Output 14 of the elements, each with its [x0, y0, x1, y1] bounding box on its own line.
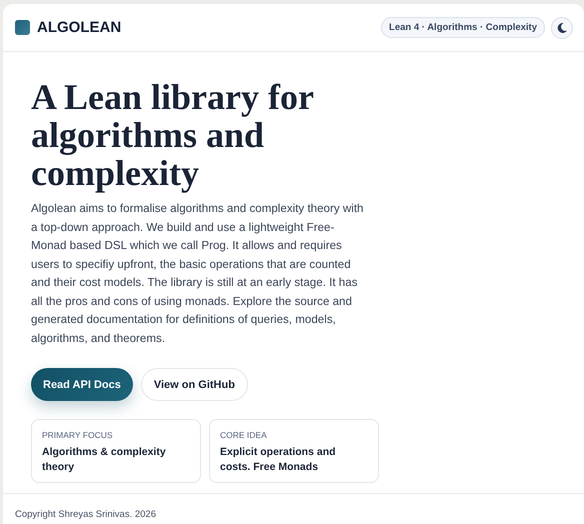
card-label: CORE IDEA [220, 430, 268, 440]
card-value: Explicit operations and costs. Free Monads [220, 445, 337, 475]
theme-toggle-button[interactable] [551, 16, 573, 38]
hero-title: A Lean library for algorithms and complexity [31, 78, 314, 192]
card-label: PRIMARY FOCUS [42, 430, 114, 440]
copyright-text: Copyright Shreyas Srinivas. 2026 [15, 509, 156, 520]
tagline-badge: Lean 4 · Algorithms · Complexity [381, 17, 545, 38]
moon-icon [556, 22, 568, 34]
docs-button[interactable]: Read API Docs [31, 368, 133, 401]
logo-icon [15, 20, 30, 35]
github-button[interactable]: View on GitHub [140, 368, 248, 401]
hero-description: Algolean aims to formalise algorithms and complexity theory with a top-down approach. We build and use a lightweight Free-Monad based DSL which we call Prog. It allows and requires users to specifiy upfront, the basic operations that are counted and their cost models. The library is still at an early stage. It has all the pros and cons of using monads. Explore the source and generated documentation for definitions of queries, models, algorithms, and theorems. [31, 201, 364, 346]
card-value: Algorithms & complexity theory [42, 445, 167, 475]
brand-name[interactable]: ALGOLEAN [37, 19, 122, 36]
